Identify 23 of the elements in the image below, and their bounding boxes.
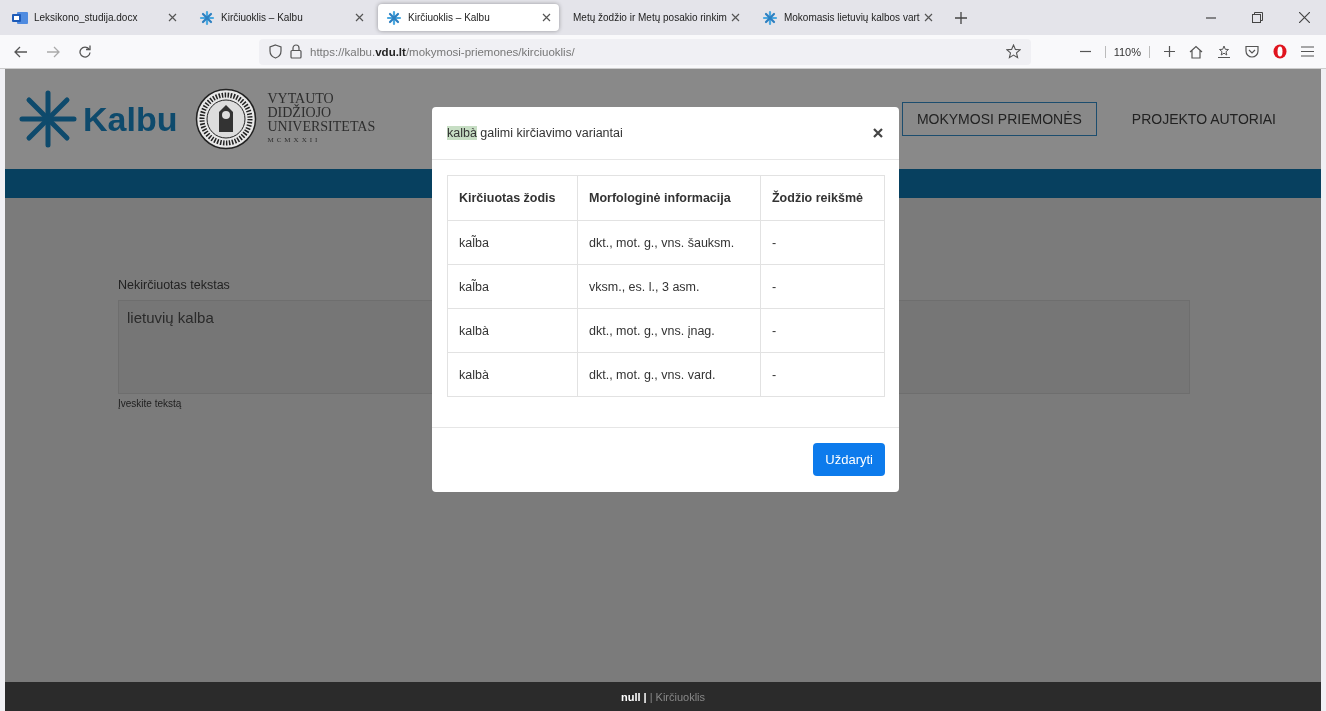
- table-cell: kal̃ba: [447, 220, 578, 265]
- table-cell: kalbà: [447, 308, 578, 353]
- university-name-line: UNIVERSITETAS: [267, 120, 376, 134]
- modal-title: kalbà galimi kirčiavimo variantai: [447, 126, 624, 140]
- column-header: Kirčiuotas žodis: [447, 175, 578, 221]
- university-name-line: VYTAUTO: [267, 92, 335, 106]
- field-hint: Įveskite tekstą: [118, 398, 182, 409]
- table-cell: dkt., mot. g., vns. vard.: [577, 352, 761, 397]
- table-cell: kalbà: [447, 352, 578, 397]
- table-cell: vksm., es. l., 3 asm.: [577, 264, 761, 309]
- table-cell: -: [760, 264, 885, 309]
- column-header: Morfologinė informacija: [577, 175, 761, 221]
- table-cell: -: [760, 220, 885, 265]
- column-header: Žodžio reikšmė: [760, 175, 885, 221]
- field-label: Nekirčiuotas tekstas: [118, 278, 230, 292]
- university-name-line: DIDŽIOJO: [267, 106, 332, 120]
- table-cell: -: [760, 352, 885, 397]
- url-text: https://kalbu.vdu.lt/mokymosi-priemones/kirciuoklis/: [310, 45, 575, 58]
- footer-text: null |: [620, 690, 647, 703]
- table-cell: -: [760, 308, 885, 353]
- table-cell: dkt., mot. g., vns. įnag.: [577, 308, 761, 353]
- table-cell: dkt., mot. g., vns. šauksm.: [577, 220, 761, 265]
- table-cell: kal̃ba: [447, 264, 578, 309]
